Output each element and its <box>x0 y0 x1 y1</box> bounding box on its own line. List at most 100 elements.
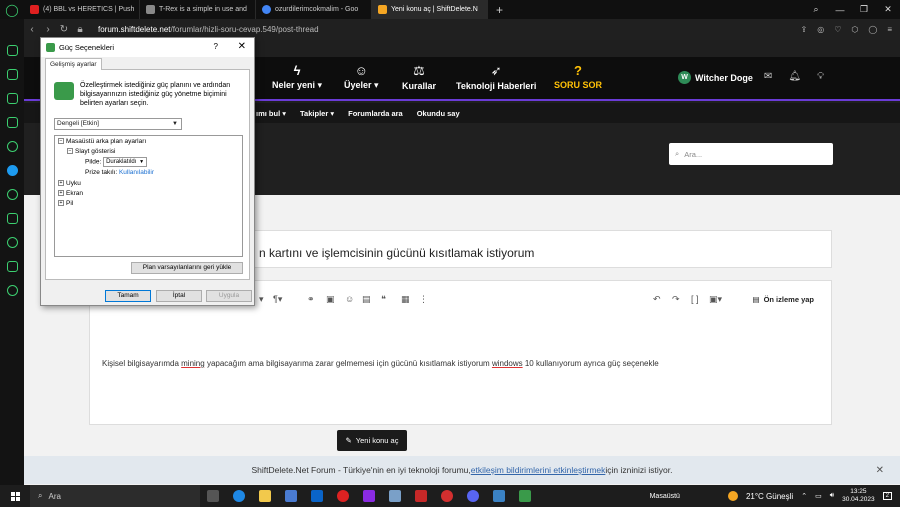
nav-soru-sor[interactable]: ? SORU SOR <box>554 63 602 90</box>
extensions-icon[interactable] <box>6 261 18 272</box>
close-window-icon[interactable]: ✕ <box>876 4 900 15</box>
tray-chevron-icon[interactable]: ⌃ <box>801 492 807 500</box>
url-field[interactable]: forum.shiftdelete.net/forumlar/hizli-sor… <box>98 25 319 34</box>
game-icon[interactable] <box>415 490 427 502</box>
image-icon[interactable]: ▣ <box>326 294 335 305</box>
tree-item-slideshow[interactable]: − Slayt gösterisi <box>67 148 115 155</box>
battery-setting-select[interactable]: Duraklatıldı ▼ <box>103 157 148 167</box>
browser-tab[interactable]: T-Rex is a simple in use and <box>140 0 256 19</box>
close-icon[interactable]: ✕ <box>876 465 884 476</box>
more-icon[interactable]: ⋮ <box>419 294 428 305</box>
winrar-icon[interactable] <box>363 490 375 502</box>
subnav-item[interactable]: ımı bul ▾ <box>256 109 286 118</box>
browser-tab-active[interactable]: Yeni konu aç | ShiftDelete.N <box>372 0 488 19</box>
volume-icon[interactable]: 🔊︎ <box>830 492 834 500</box>
easy-setup-icon[interactable]: ≡ <box>887 25 892 34</box>
close-dialog-icon[interactable]: ✕ <box>238 41 246 52</box>
subnav-item[interactable]: Okundu say <box>417 109 460 118</box>
opera-logo-icon[interactable]: ◯ <box>0 0 24 19</box>
expand-icon[interactable]: + <box>58 200 64 207</box>
subnav-item[interactable]: Takipler ▾ <box>300 109 334 118</box>
notice-link[interactable]: etkileşim bildirimlerini etkinleştirmek <box>471 465 606 475</box>
mail-icon[interactable] <box>311 490 323 502</box>
expand-icon[interactable]: + <box>58 180 64 187</box>
player-icon[interactable] <box>6 189 18 200</box>
remote-desktop-icon[interactable] <box>493 490 505 502</box>
collapse-icon[interactable]: − <box>67 148 73 155</box>
back-icon[interactable]: ‹ <box>24 24 40 35</box>
preview-button[interactable]: ▤ Ön izleme yap <box>752 295 814 304</box>
power-plan-select[interactable]: Dengeli [Etkin] ▼ <box>54 118 182 130</box>
quote-icon[interactable]: ❝ <box>381 294 386 305</box>
list-dropdown-icon[interactable]: ▾ <box>259 294 264 305</box>
edge-icon[interactable] <box>233 490 245 502</box>
share-icon[interactable]: ⇪ <box>801 25 808 34</box>
snapshot-icon[interactable]: ◎ <box>817 25 824 34</box>
collapse-icon[interactable]: − <box>58 138 64 145</box>
app-icon[interactable] <box>389 490 401 502</box>
ok-button[interactable]: Tamam <box>105 290 151 302</box>
link-icon[interactable]: ⚭ <box>307 294 315 305</box>
drafts-icon[interactable]: ▣▾ <box>709 294 722 305</box>
expand-icon[interactable]: + <box>58 190 64 197</box>
reload-icon[interactable]: ↻ <box>56 24 72 35</box>
redo-icon[interactable]: ↷ <box>672 294 680 305</box>
extensions-box-icon[interactable]: ⬡ <box>851 25 858 34</box>
desktop-toolbar[interactable]: Masaüstü <box>650 493 680 500</box>
windows-start-icon[interactable] <box>0 491 30 501</box>
subnav-item[interactable]: Forumlarda ara <box>348 109 403 118</box>
whatsapp-icon[interactable] <box>6 117 18 128</box>
weather-icon[interactable] <box>727 491 738 501</box>
opera-icon[interactable] <box>337 490 349 502</box>
inbox-icon[interactable]: ✉ <box>764 71 772 82</box>
browser-tab[interactable]: ozurdilerimcokmalim - Goo <box>256 0 372 19</box>
twitter-icon[interactable] <box>6 165 18 176</box>
user-menu[interactable]: W Witcher Doge <box>678 71 753 84</box>
lock-icon[interactable]: 🔒︎ <box>72 24 88 35</box>
notifications-icon[interactable]: 2 <box>882 492 892 500</box>
bbcode-icon[interactable]: [ ] <box>691 294 699 304</box>
power-options-taskbar-icon[interactable] <box>519 490 531 502</box>
tree-item-desktop-bg[interactable]: − Masaüstü arka plan ayarları <box>58 138 146 145</box>
messenger-icon[interactable] <box>6 141 18 152</box>
network-icon[interactable]: ▭ <box>815 492 822 500</box>
nav-uyeler[interactable]: ☺ Üyeler ▾ <box>344 63 379 91</box>
discord-icon[interactable] <box>467 490 479 502</box>
home-icon[interactable] <box>6 45 18 56</box>
tree-item-sleep[interactable]: + Uyku <box>58 180 81 187</box>
nav-neler-yeni[interactable]: ϟ Neler yeni ▾ <box>272 63 322 91</box>
clock[interactable]: 13:25 30.04.2023 <box>842 488 875 504</box>
heart-icon[interactable]: ♡ <box>834 25 841 34</box>
profile-icon[interactable]: ◯ <box>868 25 877 34</box>
undo-icon[interactable]: ↶ <box>653 294 661 305</box>
help-button[interactable]: ? <box>214 42 218 51</box>
nav-teknoloji[interactable]: ➶ Teknoloji Haberleri <box>456 63 536 91</box>
cancel-button[interactable]: İptal <box>156 290 202 302</box>
search-tabs-icon[interactable]: ⌕ <box>804 4 828 15</box>
shopping-icon[interactable] <box>6 69 18 80</box>
taskbar-search[interactable]: ⌕ Ara <box>30 485 200 507</box>
tab-advanced-settings[interactable]: Gelişmiş ayarlar <box>45 58 102 70</box>
restore-defaults-button[interactable]: Plan varsayılanlarını geri yükle <box>131 262 243 274</box>
bell-icon[interactable]: 🔔︎ <box>788 71 801 82</box>
search-input[interactable]: ⌕ Ara... <box>669 143 833 165</box>
file-explorer-icon[interactable] <box>259 490 271 502</box>
table-icon[interactable]: ▦ <box>401 294 410 305</box>
twitch-icon[interactable] <box>6 93 18 104</box>
store-icon[interactable] <box>285 490 297 502</box>
smiley-icon[interactable]: ☺ <box>345 294 354 304</box>
plugged-in-link[interactable]: Kullanılabilir <box>119 169 154 176</box>
maximize-icon[interactable]: ❐ <box>852 4 876 15</box>
paragraph-icon[interactable]: ¶▾ <box>273 294 282 305</box>
apply-button[interactable]: Uygula <box>206 290 252 302</box>
nav-kurallar[interactable]: ⚖ Kurallar <box>402 63 436 91</box>
settings-icon[interactable] <box>6 285 18 296</box>
task-view-icon[interactable] <box>207 490 219 502</box>
forward-icon[interactable]: › <box>40 24 56 35</box>
bookmarks-icon[interactable] <box>6 213 18 224</box>
history-icon[interactable] <box>6 237 18 248</box>
t-app-icon[interactable] <box>441 490 453 502</box>
minimize-icon[interactable]: — <box>828 5 852 15</box>
lightbulb-icon[interactable]: 💡︎ <box>817 71 824 82</box>
tree-item-display[interactable]: + Ekran <box>58 190 83 197</box>
